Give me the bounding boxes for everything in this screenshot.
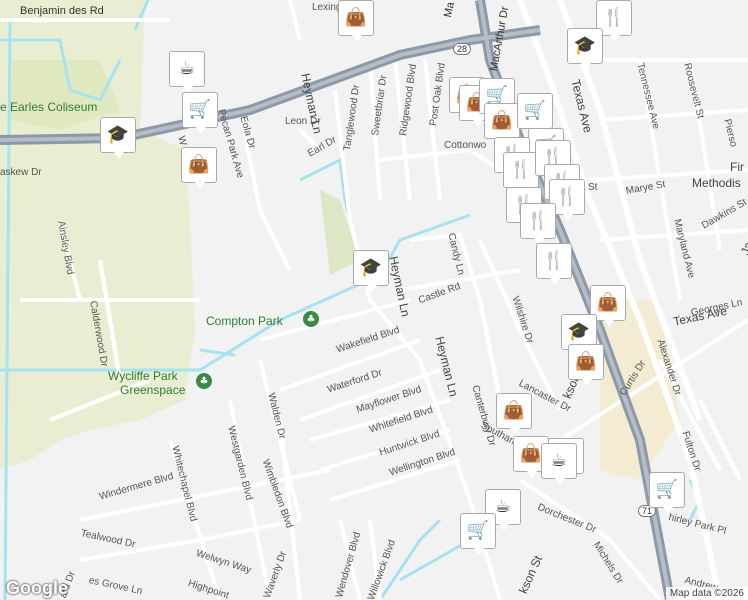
restaurant-icon[interactable]: 🍴 — [536, 243, 572, 285]
google-logo: Google — [6, 578, 68, 598]
place-label-methodist-2[interactable]: Methodis — [692, 176, 741, 190]
shopping-bag-icon[interactable]: 👜 — [568, 344, 604, 386]
street-label-leon: Leon Dr — [285, 116, 321, 127]
coffee-icon[interactable]: ☕ — [541, 443, 577, 485]
shopping-bag-icon[interactable]: 👜 — [181, 147, 217, 189]
place-label-wycliffe-park-1[interactable]: Wycliffe Park — [108, 369, 178, 383]
map-base — [0, 0, 748, 600]
school-icon[interactable]: 🎓 — [567, 28, 603, 70]
shopping-cart-icon[interactable]: 🛒 — [649, 472, 685, 514]
place-label-methodist-1[interactable]: Fir — [730, 160, 744, 174]
map-data-credit[interactable]: Map data ©2026 — [665, 587, 748, 600]
shopping-cart-icon[interactable]: 🛒 — [517, 93, 553, 135]
shopping-bag-icon[interactable]: 👜 — [338, 0, 374, 42]
route-28-shield: 28 — [453, 43, 472, 55]
shopping-bag-icon[interactable]: 👜 — [496, 393, 532, 435]
place-label-compton-park[interactable]: Compton Park — [206, 314, 283, 328]
restaurant-icon[interactable]: 🍴 — [503, 152, 539, 194]
street-label-benjamin: Benjamin des Rd — [20, 5, 104, 17]
park-icon[interactable]: ♣ — [303, 311, 319, 327]
street-label-askew: askew Dr — [0, 167, 42, 178]
place-label-wycliffe-park-2[interactable]: Greenspace — [120, 383, 185, 397]
shopping-cart-icon[interactable]: 🛒 — [182, 92, 218, 134]
coffee-icon[interactable]: ☕ — [169, 51, 205, 93]
street-label-cottonwo: Cottonwo — [444, 140, 487, 151]
shopping-cart-icon[interactable]: 🛒 — [460, 513, 496, 555]
school-icon[interactable]: 🎓 — [353, 250, 389, 292]
restaurant-icon[interactable]: 🍴 — [520, 203, 556, 245]
map-canvas[interactable]: Benjamin des Rd Lexing Ma MacArthur Dr H… — [0, 0, 748, 600]
park-icon[interactable]: ♣ — [196, 373, 212, 389]
shopping-bag-icon[interactable]: 👜 — [484, 103, 520, 145]
school-icon[interactable]: 🎓 — [100, 117, 136, 159]
street-label-st: St — [588, 182, 598, 193]
place-label-coliseum[interactable]: e Earles Coliseum — [0, 100, 97, 114]
